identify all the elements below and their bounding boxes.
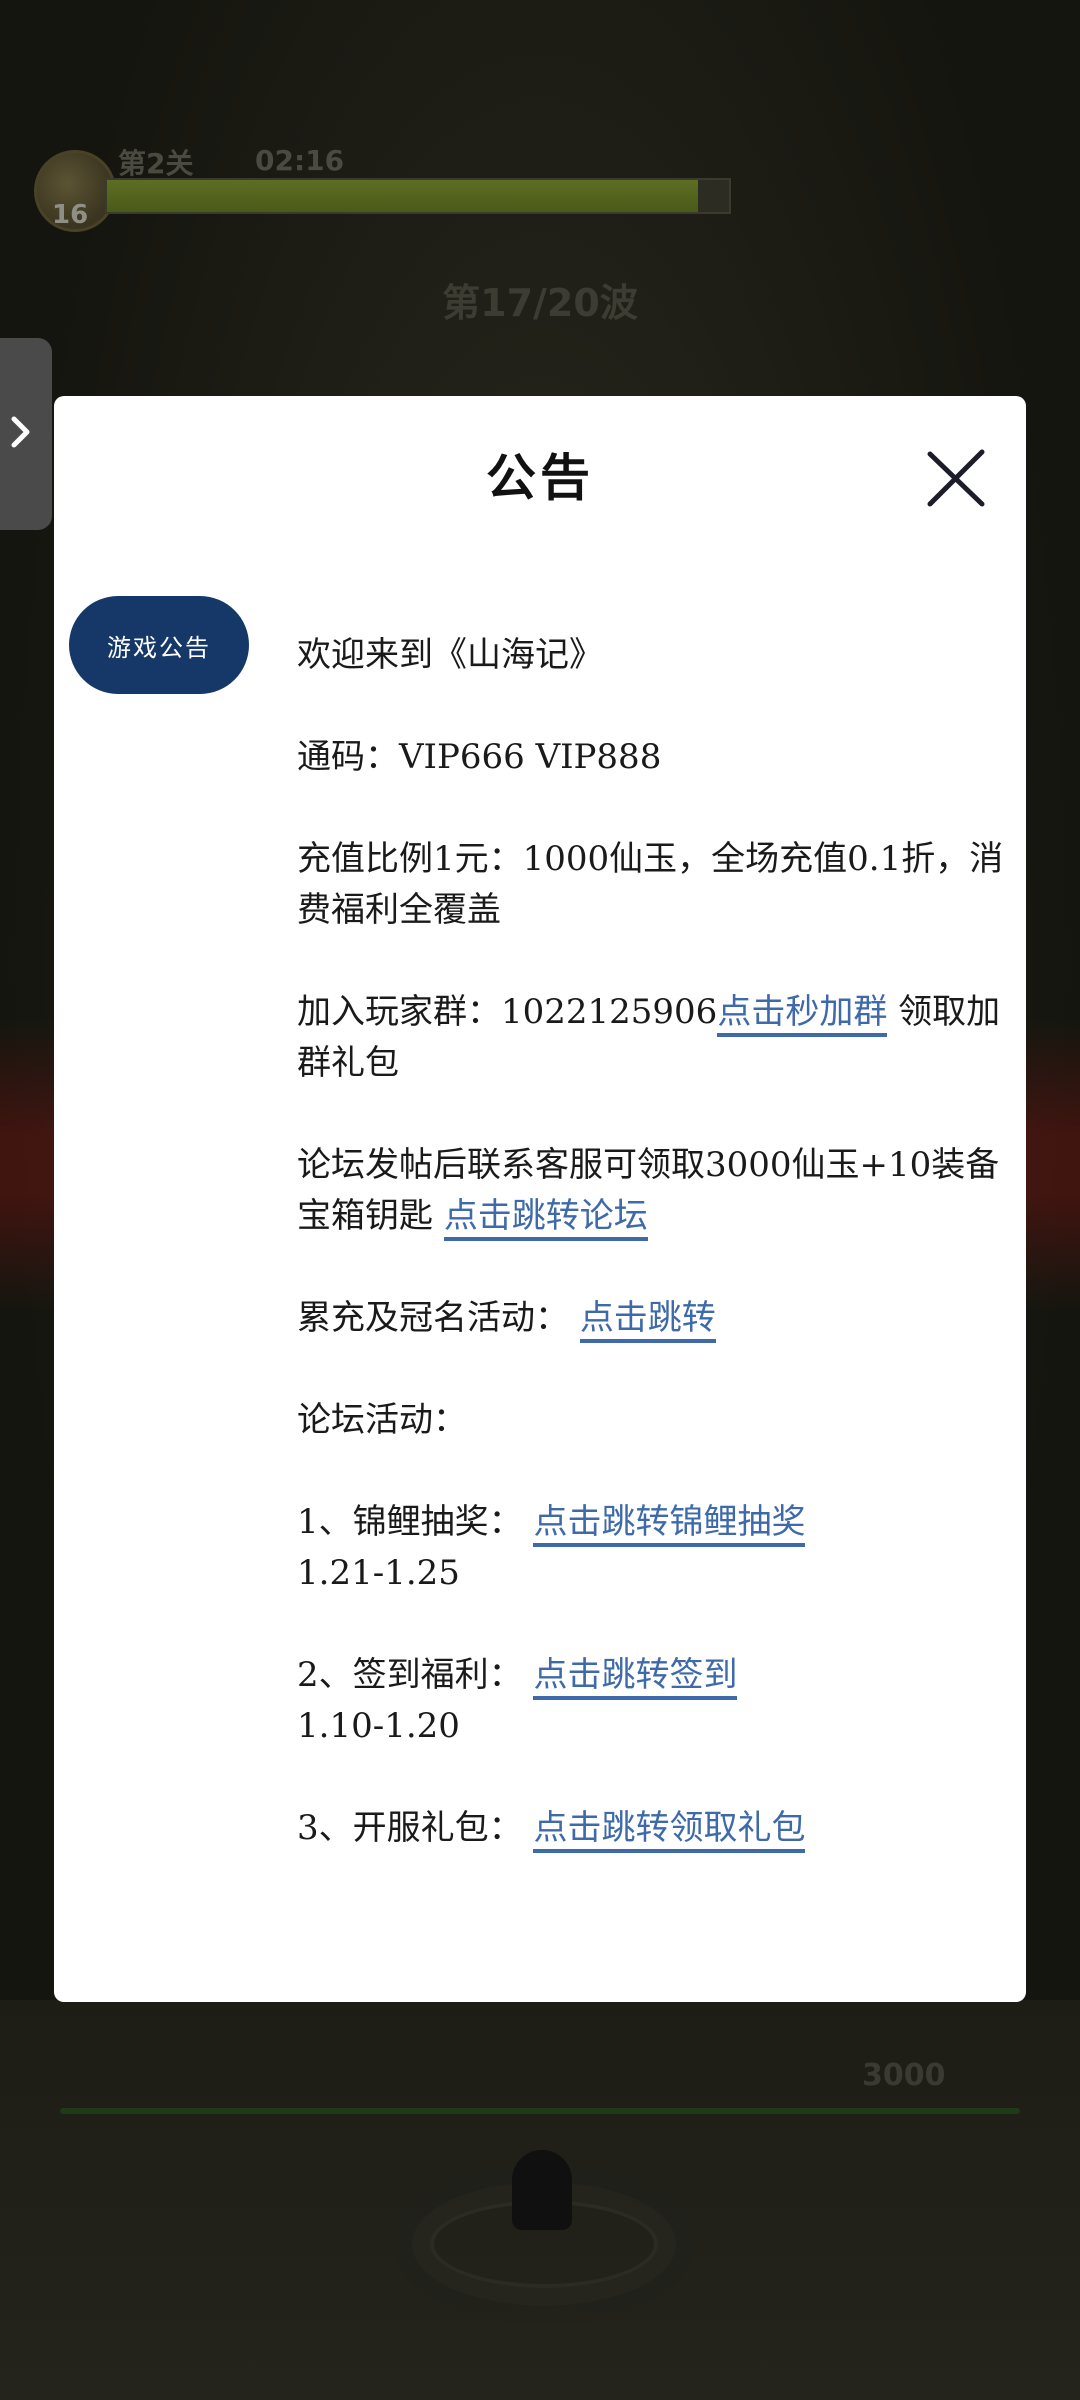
activity-2-dates: 1.10-1.20 [297,1706,460,1746]
cumulative-text: 累充及冠名活动： [297,1298,580,1338]
dialog-title: 公告 [486,448,594,507]
side-drawer-toggle[interactable] [0,338,52,530]
activity-2-label: 2、签到福利： [297,1655,534,1695]
forum-reward-text: 论坛发帖后联系客服可领取3000仙玉+10装备宝箱钥匙 [297,1145,1000,1236]
stage-label: 第2关 [118,147,194,180]
chevron-right-icon [10,415,32,453]
cumulative-link[interactable]: 点击跳转 [579,1298,716,1343]
player-group-text: 加入玩家群：1022125906 [297,992,718,1032]
player-level: 16 [52,200,89,230]
close-button[interactable] [924,446,988,510]
check-in-link[interactable]: 点击跳转签到 [533,1655,738,1700]
join-group-link[interactable]: 点击秒加群 [717,992,888,1037]
stage-timer: 02:16 [255,144,345,177]
wave-counter: 第17/20波 [442,281,638,325]
announcement-dialog: 公告 游戏公告 欢迎来到《山海记》 通码：VIP666 VIP888 充值比例1… [54,396,1026,2002]
hero-figure [512,2150,572,2230]
activity-2-paragraph: 2、签到福利： 点击跳转签到 1.10-1.20 [297,1650,1017,1752]
forum-reward-paragraph: 论坛发帖后联系客服可领取3000仙玉+10装备宝箱钥匙 点击跳转论坛 [297,1140,1017,1242]
codes-text: 通码：VIP666 VIP888 [297,737,662,777]
forum-activities-heading: 论坛活动： [297,1400,467,1440]
activity-3-paragraph: 3、开服礼包： 点击跳转领取礼包 [297,1803,1017,1854]
boss-health-bar-fill [107,180,698,212]
boss-health-bar [105,178,731,214]
tab-game-announcement[interactable]: 游戏公告 [69,596,249,694]
activity-1-dates: 1.21-1.25 [297,1553,460,1593]
score-readout: 3000 [862,2058,946,2093]
cumulative-paragraph: 累充及冠名活动： 点击跳转 [297,1293,1017,1344]
close-x-icon [924,449,988,514]
lucky-draw-link[interactable]: 点击跳转锦鲤抽奖 [533,1502,806,1547]
recharge-ratio-text: 充值比例1元：1000仙玉，全场充值0.1折，消费福利全覆盖 [297,839,1004,930]
ground-line [60,2108,1020,2114]
welcome-text: 欢迎来到《山海记》 [297,635,603,675]
activity-1-label: 1、锦鲤抽奖： [297,1502,534,1542]
activity-3-label: 3、开服礼包： [297,1808,534,1848]
player-group-paragraph: 加入玩家群：1022125906点击秒加群 领取加群礼包 [297,987,1017,1089]
server-gift-link[interactable]: 点击跳转领取礼包 [533,1808,806,1853]
activity-1-paragraph: 1、锦鲤抽奖： 点击跳转锦鲤抽奖 1.21-1.25 [297,1497,1017,1599]
announcement-content: 欢迎来到《山海记》 通码：VIP666 VIP888 充值比例1元：1000仙玉… [297,630,1017,1854]
forum-link[interactable]: 点击跳转论坛 [443,1196,648,1241]
